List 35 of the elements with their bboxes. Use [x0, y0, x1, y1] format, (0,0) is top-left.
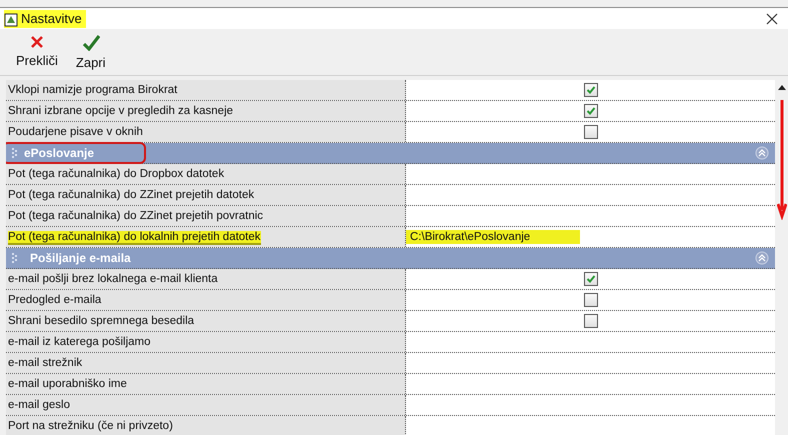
setting-label: e-mail iz katerega pošiljamo — [8, 336, 151, 348]
checkbox[interactable] — [584, 314, 598, 328]
setting-label: e-mail uporabniško ime — [8, 378, 127, 390]
collapse-icon[interactable] — [755, 251, 769, 265]
checkbox[interactable] — [584, 125, 598, 139]
setting-label: Vklopi namizje programa Birokrat — [8, 84, 178, 96]
app-icon — [4, 10, 20, 26]
checkbox[interactable] — [584, 272, 598, 286]
section-title: Pošiljanje e-maila — [29, 250, 132, 266]
collapse-icon[interactable] — [755, 146, 769, 160]
path-value[interactable]: C:\Birokrat\ePoslovanje — [406, 230, 580, 244]
cancel-button[interactable]: Prekliči — [14, 29, 60, 75]
setting-label: Shrani besedilo spremnega besedila — [8, 315, 194, 327]
grip-icon — [12, 147, 18, 159]
checkbox[interactable] — [584, 293, 598, 307]
setting-label: Pot (tega računalnika) do Dropbox datotek — [8, 168, 224, 180]
setting-label: Pot (tega računalnika) do lokalnih prejetih datotek — [8, 231, 261, 243]
close-icon[interactable] — [766, 12, 778, 24]
setting-label: e-mail strežnik — [8, 357, 82, 369]
setting-label: Pot (tega računalnika) do ZZinet prejetih povratnic — [8, 210, 264, 222]
scroll-up-icon[interactable] — [778, 84, 786, 90]
setting-label: Poudarjene pisave v oknih — [8, 126, 143, 138]
grip-icon — [12, 252, 18, 264]
window-title: Nastavitve — [21, 11, 82, 26]
checkmark-icon — [82, 35, 100, 51]
setting-label: Pot (tega računalnika) do ZZinet prejetih datotek — [8, 189, 254, 201]
checkbox[interactable] — [584, 104, 598, 118]
checkbox[interactable] — [584, 83, 598, 97]
setting-label: e-mail geslo — [8, 399, 70, 411]
setting-label: Shrani izbrane opcije v pregledih za kasneje — [8, 105, 234, 117]
setting-label: Port na strežniku (če ni privzeto) — [8, 420, 173, 432]
cross-icon — [30, 35, 44, 49]
setting-label: e-mail pošlji brez lokalnega e-mail klienta — [8, 273, 218, 285]
setting-label: Predogled e-maila — [8, 294, 102, 306]
close-button[interactable]: Zapri — [74, 29, 108, 75]
